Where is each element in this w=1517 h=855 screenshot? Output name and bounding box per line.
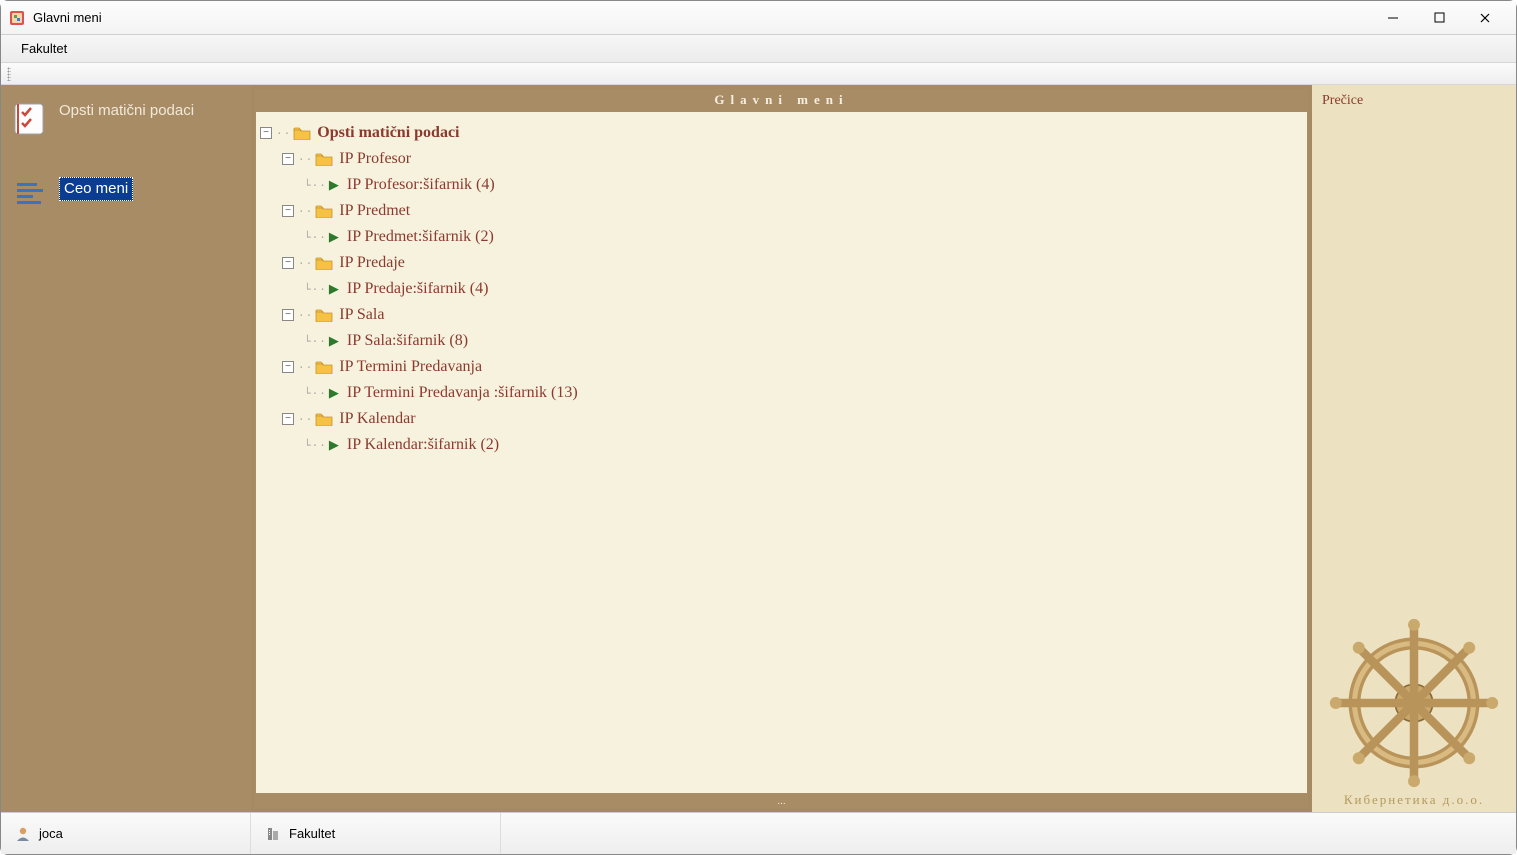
window-controls xyxy=(1370,3,1508,33)
folder-icon xyxy=(315,412,333,426)
folder-icon xyxy=(315,152,333,166)
tree-node-label: IP Predmet:šifarnik (2) xyxy=(347,228,494,246)
status-context: Fakultet xyxy=(251,813,501,854)
collapse-toggle[interactable]: − xyxy=(282,413,294,425)
tree-leaf[interactable]: └··▶ IP Termini Predavanja :šifarnik (13) xyxy=(260,380,1303,406)
tree-connector-icon: ·· xyxy=(298,257,313,270)
tree-node-label: IP Termini Predavanja :šifarnik (13) xyxy=(347,384,578,402)
tree-folder[interactable]: −·· IP Predmet xyxy=(260,198,1303,224)
tree-node-label: IP Sala:šifarnik (8) xyxy=(347,332,468,350)
tree-leaf[interactable]: └··▶ IP Profesor:šifarnik (4) xyxy=(260,172,1303,198)
tree-view[interactable]: −··Opsti matični podaci−··IP Profesor└··… xyxy=(255,111,1308,794)
tree-connector-icon: ·· xyxy=(298,153,313,166)
center-panel: Glavni meni −··Opsti matični podaci−··IP… xyxy=(251,85,1312,812)
play-arrow-icon: ▶ xyxy=(329,229,339,245)
tree-node-label: IP Predaje:šifarnik (4) xyxy=(347,280,489,298)
collapse-toggle[interactable]: − xyxy=(282,153,294,165)
status-spacer xyxy=(501,813,1516,854)
tree-node-label: IP Sala xyxy=(339,306,384,324)
user-icon xyxy=(15,826,31,842)
collapse-toggle[interactable]: − xyxy=(282,309,294,321)
main-window: Glavni meni Fakultet xyxy=(0,0,1517,855)
right-panel: Prečice xyxy=(1312,85,1516,812)
toolstrip xyxy=(1,63,1516,85)
tree-leaf[interactable]: └··▶ IP Kalendar:šifarnik (2) xyxy=(260,432,1303,458)
building-icon xyxy=(265,826,281,842)
collapse-toggle[interactable]: − xyxy=(282,361,294,373)
main-area: Opsti matični podaci Ceo meni Glavni men… xyxy=(1,85,1516,812)
tree-folder[interactable]: −·· IP Profesor xyxy=(260,146,1303,172)
tree-folder[interactable]: −·· IP Termini Predavanja xyxy=(260,354,1303,380)
titlebar: Glavni meni xyxy=(1,1,1516,35)
sidebar-item-label: Ceo meni xyxy=(59,177,133,201)
tree-node-label: IP Predmet xyxy=(339,202,410,220)
maximize-button[interactable] xyxy=(1416,3,1462,33)
tree-connector-icon: ·· xyxy=(298,413,313,426)
sidebar-item-ceo-meni[interactable]: Ceo meni xyxy=(11,177,241,213)
folder-icon xyxy=(315,256,333,270)
play-arrow-icon: ▶ xyxy=(329,177,339,193)
status-user-label: joca xyxy=(39,826,63,841)
tree-connector-icon: ·· xyxy=(298,309,313,322)
collapse-toggle[interactable]: − xyxy=(282,205,294,217)
close-button[interactable] xyxy=(1462,3,1508,33)
window-title: Glavni meni xyxy=(33,10,1370,25)
tree-connector-icon: └·· xyxy=(304,439,327,452)
status-user: joca xyxy=(1,813,251,854)
tree-connector-icon: └·· xyxy=(304,283,327,296)
play-arrow-icon: ▶ xyxy=(329,281,339,297)
sidebar-item-label: Opsti matični podaci xyxy=(59,101,194,121)
play-arrow-icon: ▶ xyxy=(329,333,339,349)
app-icon xyxy=(9,10,25,26)
tree-connector-icon: └·· xyxy=(304,335,327,348)
tree-folder[interactable]: −·· IP Kalendar xyxy=(260,406,1303,432)
tree-connector-icon: ·· xyxy=(298,205,313,218)
center-footer[interactable]: ... xyxy=(255,794,1308,808)
menu-fakultet[interactable]: Fakultet xyxy=(13,37,75,60)
folder-icon xyxy=(315,308,333,322)
menubar: Fakultet xyxy=(1,35,1516,63)
tree-leaf[interactable]: └··▶ IP Sala:šifarnik (8) xyxy=(260,328,1303,354)
folder-icon xyxy=(293,126,311,140)
tree-connector-icon: └·· xyxy=(304,387,327,400)
collapse-toggle[interactable]: − xyxy=(282,257,294,269)
tree-node-label: Opsti matični podaci xyxy=(317,124,459,142)
tree-connector-icon: └·· xyxy=(304,231,327,244)
tree-node-label: IP Termini Predavanja xyxy=(339,358,482,376)
tree-connector-icon: └·· xyxy=(304,179,327,192)
tree-connector-icon: ·· xyxy=(298,361,313,374)
sidebar-item-opsti-maticni-podaci[interactable]: Opsti matični podaci xyxy=(11,101,241,137)
tree-connector-icon: ·· xyxy=(276,127,291,140)
company-brand: Кибернетика д.о.о. xyxy=(1312,792,1516,808)
status-context-label: Fakultet xyxy=(289,826,335,841)
shortcuts-title: Prečice xyxy=(1312,85,1516,117)
toolbar-grip-icon xyxy=(7,67,11,81)
company-logo-icon xyxy=(1312,618,1516,788)
folder-icon xyxy=(315,360,333,374)
play-arrow-icon: ▶ xyxy=(329,385,339,401)
list-icon xyxy=(11,177,47,213)
minimize-button[interactable] xyxy=(1370,3,1416,33)
sidebar: Opsti matični podaci Ceo meni xyxy=(1,85,251,812)
tree-node-label: IP Kalendar xyxy=(339,410,415,428)
play-arrow-icon: ▶ xyxy=(329,437,339,453)
tree-node-label: IP Kalendar:šifarnik (2) xyxy=(347,436,499,454)
tree-node-label: IP Profesor:šifarnik (4) xyxy=(347,176,495,194)
tree-node-label: IP Predaje xyxy=(339,254,405,272)
statusbar: joca Fakultet xyxy=(1,812,1516,854)
tree-folder[interactable]: −·· Opsti matični podaci xyxy=(260,120,1303,146)
tree-folder[interactable]: −·· IP Predaje xyxy=(260,250,1303,276)
center-header: Glavni meni xyxy=(255,89,1308,111)
checklist-icon xyxy=(11,101,47,137)
tree-leaf[interactable]: └··▶ IP Predmet:šifarnik (2) xyxy=(260,224,1303,250)
collapse-toggle[interactable]: − xyxy=(260,127,272,139)
tree-folder[interactable]: −·· IP Sala xyxy=(260,302,1303,328)
tree-node-label: IP Profesor xyxy=(339,150,411,168)
tree-leaf[interactable]: └··▶ IP Predaje:šifarnik (4) xyxy=(260,276,1303,302)
folder-icon xyxy=(315,204,333,218)
